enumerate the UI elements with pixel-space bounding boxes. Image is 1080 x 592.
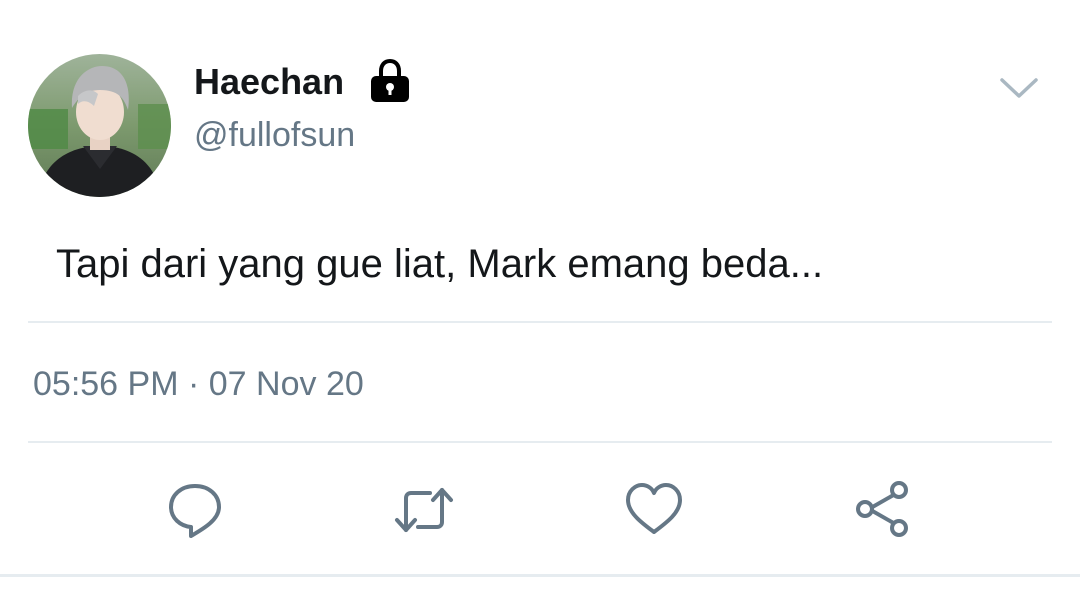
tweet-timestamp: 05:56 PM · 07 Nov 20 — [33, 362, 364, 406]
more-options-button[interactable] — [996, 68, 1042, 108]
display-name[interactable]: Haechan — [194, 60, 344, 104]
like-button[interactable] — [624, 480, 684, 540]
reply-icon — [169, 484, 221, 538]
tweet-time: 05:56 PM — [33, 365, 179, 403]
tweet-text: Tapi dari yang gue liat, Mark emang beda… — [56, 242, 824, 286]
divider — [28, 441, 1052, 443]
retweet-button[interactable] — [394, 480, 454, 540]
avatar-image — [28, 54, 171, 197]
heart-icon — [626, 483, 682, 534]
share-button[interactable] — [853, 480, 913, 540]
tweet-card: Haechan @fullofsun Tapi dari yang gue li… — [0, 0, 1080, 592]
avatar[interactable] — [28, 54, 171, 197]
retweet-icon — [395, 488, 453, 532]
divider — [28, 321, 1052, 323]
lock-icon — [371, 58, 409, 102]
tweet-date: 07 Nov 20 — [208, 365, 364, 403]
user-handle[interactable]: @fullofsun — [194, 113, 355, 157]
bottom-divider — [0, 574, 1080, 577]
chevron-down-icon — [1000, 78, 1038, 98]
reply-button[interactable] — [165, 480, 225, 540]
timestamp-separator: · — [187, 365, 200, 403]
share-icon — [856, 481, 908, 537]
